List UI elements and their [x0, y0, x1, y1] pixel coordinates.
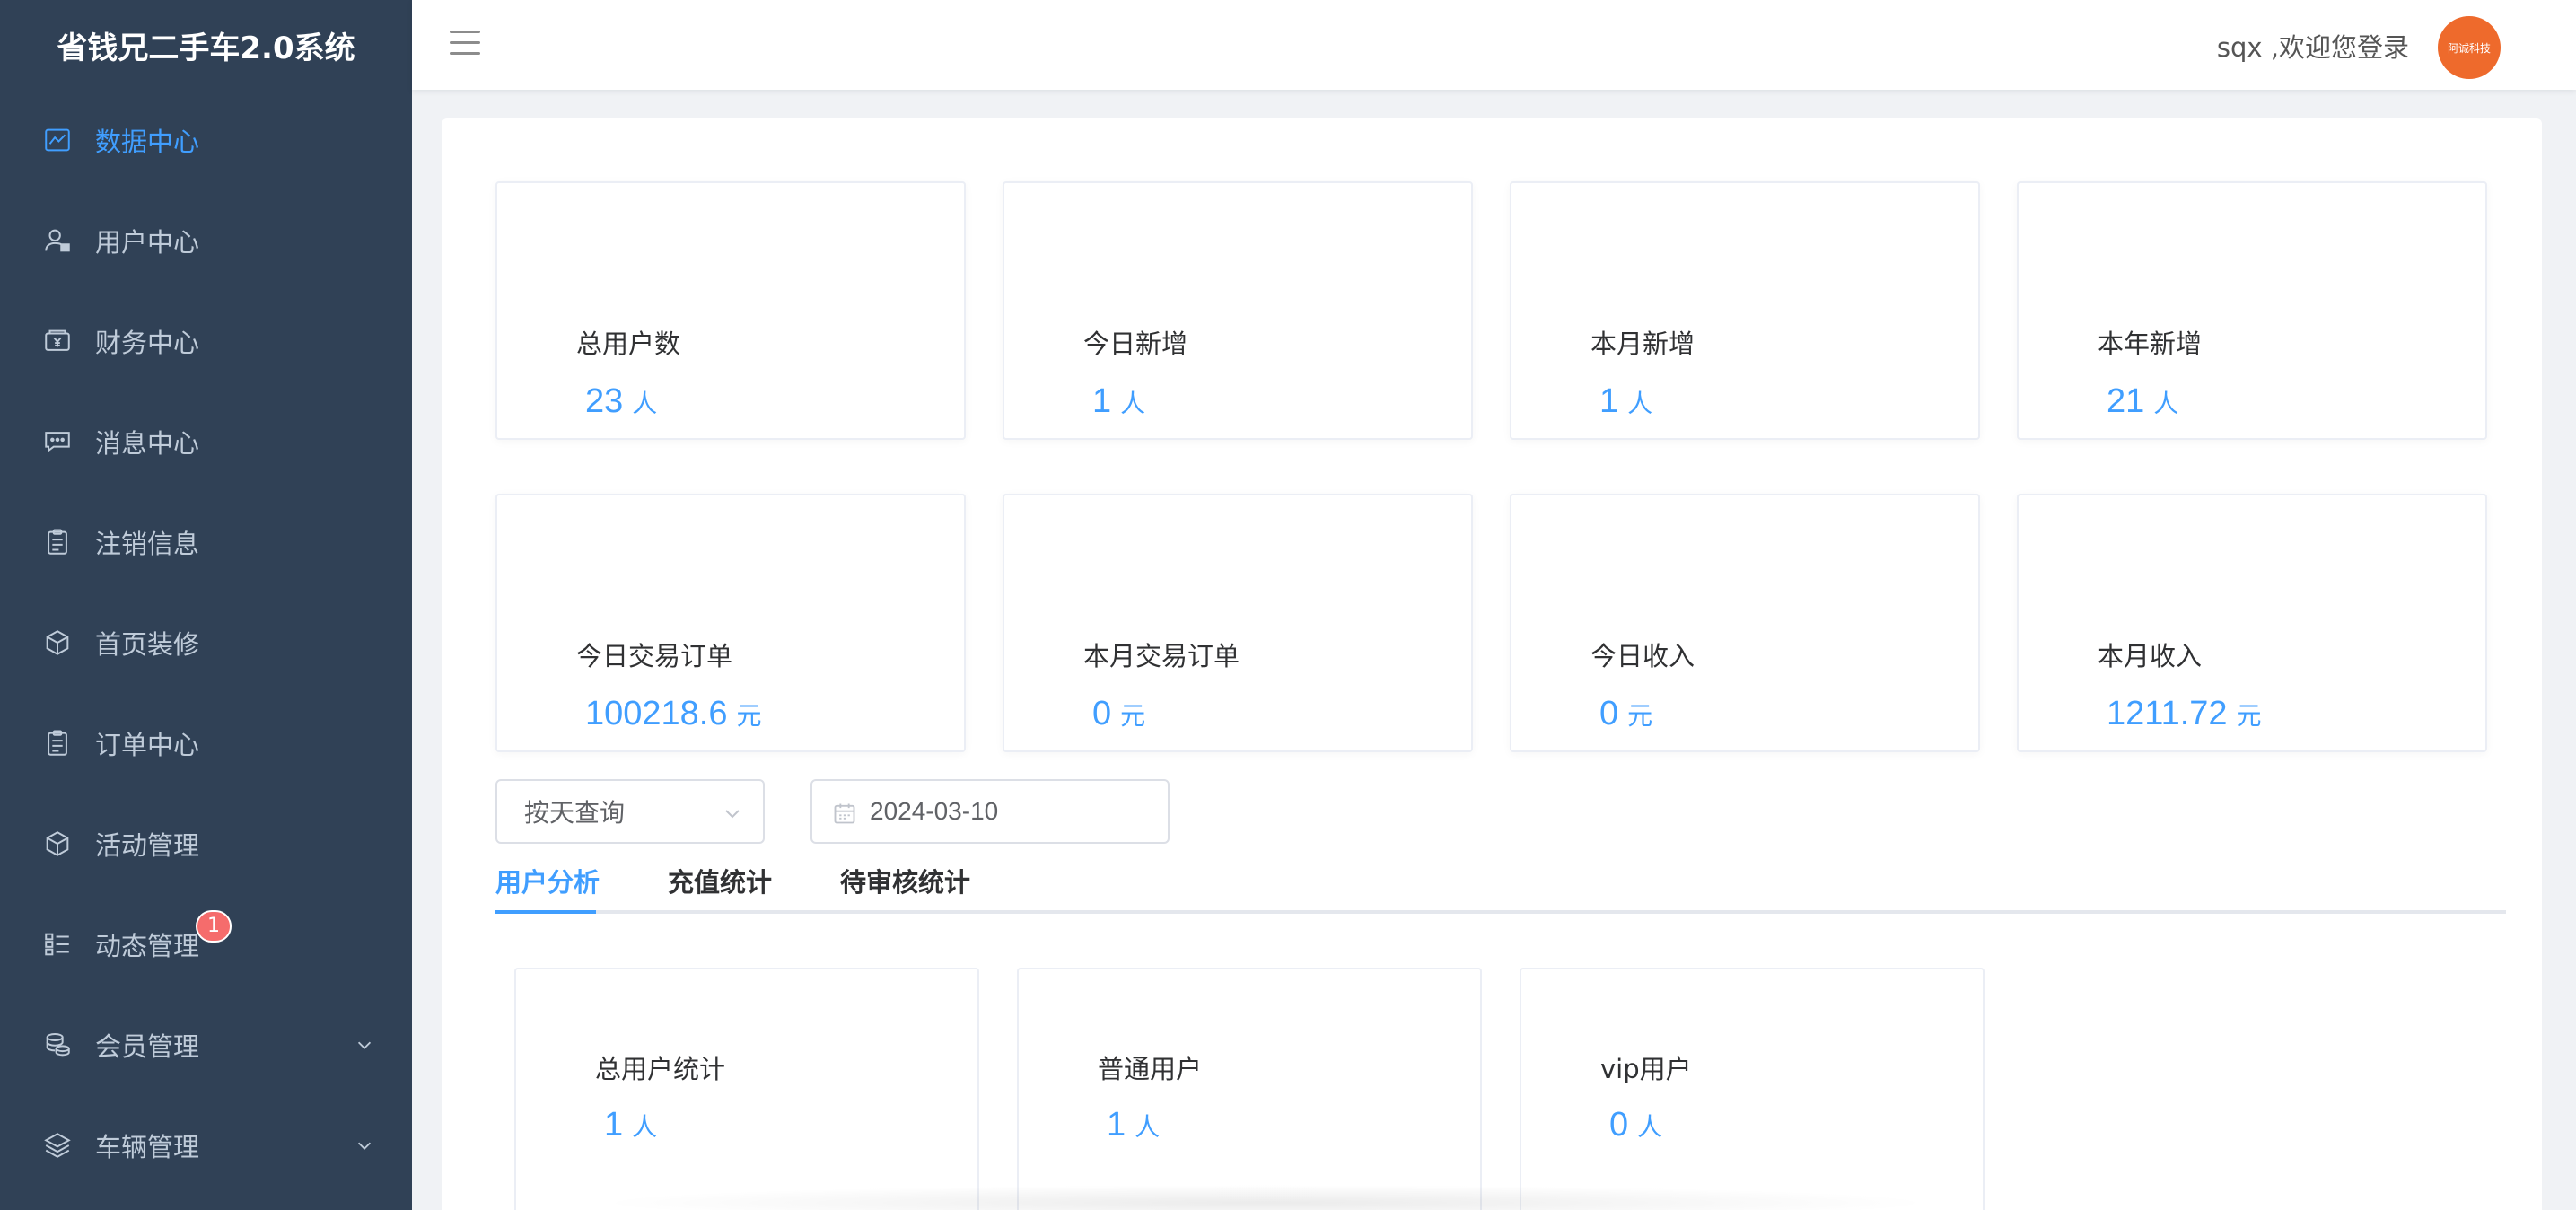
sidebar: 省钱兄二手车2.0系统 数据中心 用户中心 财务中心 消息中心 注销信息 首页装… — [0, 0, 412, 1210]
sidebar-item-cancel-info[interactable]: 注销信息 — [0, 492, 412, 592]
sidebar-item-order-center[interactable]: 订单中心 — [0, 693, 412, 794]
stat-value: 0元 — [1599, 695, 1653, 732]
bottom-shadow — [592, 1185, 1939, 1210]
sidebar-item-data-center[interactable]: 数据中心 — [0, 90, 412, 190]
stat-card-month-income: 本月收入 1211.72 元 — [2017, 494, 2487, 752]
sidebar-item-label: 消息中心 — [95, 428, 200, 459]
avatar[interactable]: 阿诚科技 — [2438, 16, 2501, 79]
app-title: 省钱兄二手车2.0系统 — [57, 30, 355, 66]
user-stat-card-vip: vip用户 0人 — [1520, 968, 1985, 1210]
stat-value: 0元 — [1092, 695, 1146, 732]
sidebar-item-activity-management[interactable]: 活动管理 — [0, 794, 412, 894]
select-value: 按天查询 — [524, 798, 626, 828]
stat-title: 普通用户 — [1098, 1054, 1203, 1084]
cube-icon — [39, 625, 75, 661]
tab-pending-review-stats[interactable]: 待审核统计 — [840, 862, 970, 899]
stat-title: 本月新增 — [1590, 329, 1695, 359]
welcome-text: sqx ,欢迎您登录 — [2216, 32, 2409, 63]
stat-card-month-new: 本月新增 1人 — [1510, 181, 1980, 440]
stat-card-today-orders: 今日交易订单 100218.6 元 — [495, 494, 966, 752]
sidebar-item-label: 订单中心 — [95, 730, 200, 760]
stat-card-today-new: 今日新增 1人 — [1003, 181, 1473, 440]
stat-title: vip用户 — [1600, 1054, 1692, 1084]
sidebar-item-label: 财务中心 — [95, 328, 200, 358]
message-icon — [39, 424, 75, 460]
tab-user-analysis[interactable]: 用户分析 — [495, 862, 600, 899]
sidebar-item-member-management[interactable]: 会员管理 — [0, 995, 412, 1095]
stat-value: 1人 — [1107, 1106, 1161, 1144]
active-tab-indicator — [495, 910, 596, 914]
stat-title: 本月交易订单 — [1083, 641, 1240, 671]
date-value: 2024-03-10 — [870, 797, 999, 825]
stat-title: 今日收入 — [1590, 641, 1695, 671]
coins-icon — [39, 1027, 75, 1063]
notification-badge: 1 — [196, 910, 232, 943]
wallet-icon — [39, 323, 75, 359]
chevron-down-icon — [357, 1142, 372, 1150]
sidebar-item-label: 数据中心 — [95, 127, 200, 157]
stat-value: 100218.6 元 — [585, 695, 762, 732]
date-picker-input[interactable]: 2024-03-10 — [810, 779, 1170, 844]
stat-value: 1人 — [604, 1106, 658, 1144]
sidebar-item-label: 会员管理 — [95, 1031, 200, 1062]
calendar-icon — [834, 803, 855, 824]
chevron-down-icon — [725, 810, 740, 819]
sidebar-item-finance-center[interactable]: 财务中心 — [0, 291, 412, 391]
user-icon — [39, 223, 75, 259]
query-mode-select[interactable]: 按天查询 — [495, 779, 765, 844]
stat-title: 今日新增 — [1083, 329, 1188, 359]
analysis-tabs: 用户分析 充值统计 待审核统计 — [495, 853, 2506, 914]
stat-card-total-users: 总用户数 23 人 — [495, 181, 966, 440]
stat-title: 总用户数 — [576, 329, 681, 359]
user-stat-card-total: 总用户统计 1人 — [514, 968, 979, 1210]
stat-title: 总用户统计 — [595, 1054, 726, 1084]
sidebar-item-label: 活动管理 — [95, 830, 200, 861]
hamburger-menu-icon[interactable] — [450, 31, 480, 57]
chart-icon — [39, 122, 75, 158]
cube-icon — [39, 826, 75, 862]
stat-title: 本月收入 — [2098, 641, 2203, 671]
clipboard-icon — [39, 725, 75, 761]
sidebar-item-label: 动态管理 — [95, 931, 200, 961]
stat-card-year-new: 本年新增 21 人 — [2017, 181, 2487, 440]
stat-value: 1人 — [1599, 382, 1653, 420]
clipboard-icon — [39, 524, 75, 560]
sidebar-item-home-decoration[interactable]: 首页装修 — [0, 592, 412, 693]
sidebar-item-label: 首页装修 — [95, 629, 200, 660]
sidebar-item-user-center[interactable]: 用户中心 — [0, 190, 412, 291]
top-header: sqx ,欢迎您登录 阿诚科技 — [412, 0, 2576, 90]
list-icon — [39, 926, 75, 962]
sidebar-item-label: 车辆管理 — [95, 1132, 200, 1162]
stat-value: 1211.72 元 — [2107, 695, 2262, 732]
stat-card-today-income: 今日收入 0元 — [1510, 494, 1980, 752]
sidebar-item-message-center[interactable]: 消息中心 — [0, 391, 412, 492]
stat-value: 23 人 — [585, 382, 658, 420]
sidebar-item-label: 用户中心 — [95, 227, 200, 258]
stat-card-month-orders: 本月交易订单 0元 — [1003, 494, 1473, 752]
chevron-down-icon — [357, 1041, 372, 1049]
sidebar-item-vehicle-management[interactable]: 车辆管理 — [0, 1095, 412, 1196]
sidebar-item-label: 注销信息 — [95, 529, 200, 559]
stat-value: 21 人 — [2107, 382, 2179, 420]
stat-title: 今日交易订单 — [576, 641, 733, 671]
user-stat-card-normal: 普通用户 1人 — [1017, 968, 1482, 1210]
stat-value: 0人 — [1609, 1106, 1663, 1144]
sidebar-item-dynamic-management[interactable]: 动态管理 1 — [0, 894, 412, 995]
layers-icon — [39, 1127, 75, 1163]
sidebar-menu: 数据中心 用户中心 财务中心 消息中心 注销信息 首页装修 订单中心 活动管理 … — [0, 90, 412, 1196]
stat-value: 1人 — [1092, 382, 1146, 420]
tab-recharge-stats[interactable]: 充值统计 — [668, 862, 772, 899]
stat-title: 本年新增 — [2098, 329, 2203, 359]
